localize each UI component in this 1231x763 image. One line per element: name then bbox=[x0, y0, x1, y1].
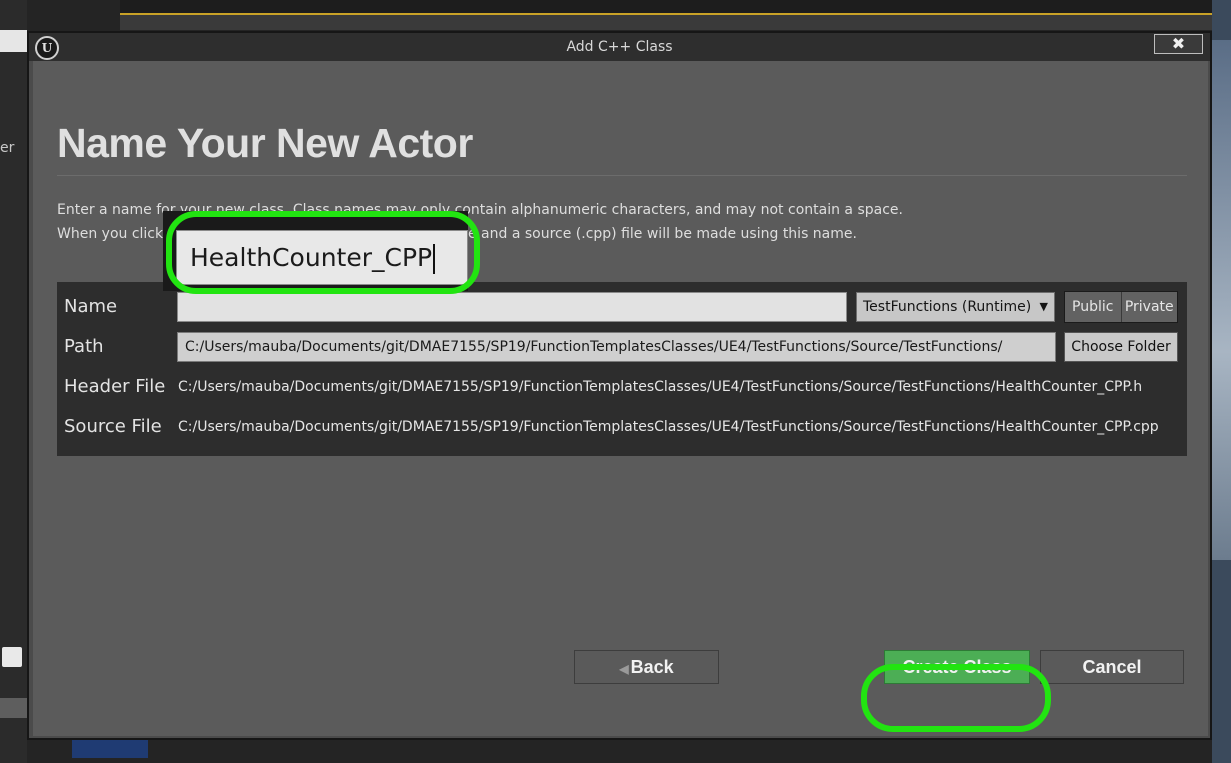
editor-left-box bbox=[0, 698, 27, 718]
path-label: Path bbox=[64, 336, 104, 357]
module-dropdown[interactable]: TestFunctions (Runtime) ▼ bbox=[856, 292, 1055, 322]
back-button[interactable]: ◀ Back bbox=[574, 650, 719, 684]
class-name-input[interactable] bbox=[177, 292, 847, 322]
editor-left-strip bbox=[0, 30, 27, 52]
editor-viewport-tabs bbox=[120, 13, 1231, 30]
close-button[interactable]: ✖ bbox=[1154, 34, 1203, 54]
dialog-titlebar[interactable]: U Add C++ Class ✖ bbox=[29, 33, 1210, 61]
header-file-label: Header File bbox=[64, 376, 166, 397]
page-title: Name Your New Actor bbox=[57, 120, 473, 166]
visibility-toggle: Public Private bbox=[1064, 291, 1178, 323]
dropdown-arrow-icon: ▼ bbox=[1039, 300, 1048, 313]
content-thumbnail bbox=[72, 738, 148, 758]
public-option[interactable]: Public bbox=[1065, 292, 1122, 322]
dialog-title: Add C++ Class bbox=[566, 39, 673, 55]
header-file-path: C:/Users/mauba/Documents/git/DMAE7155/SP… bbox=[178, 379, 1143, 395]
name-label: Name bbox=[64, 296, 118, 317]
source-file-label: Source File bbox=[64, 416, 162, 437]
search-icon bbox=[2, 647, 22, 667]
editor-left-text: er bbox=[0, 140, 15, 156]
private-option[interactable]: Private bbox=[1121, 292, 1177, 322]
module-selected-value: TestFunctions (Runtime) bbox=[863, 299, 1032, 315]
class-details-panel: Name TestFunctions (Runtime) ▼ Public Pr… bbox=[57, 282, 1187, 456]
source-file-path: C:/Users/mauba/Documents/git/DMAE7155/SP… bbox=[178, 419, 1159, 435]
create-highlight-ring bbox=[861, 664, 1051, 732]
chevron-left-icon: ◀ bbox=[619, 662, 629, 676]
path-input[interactable]: C:/Users/mauba/Documents/git/DMAE7155/SP… bbox=[177, 332, 1056, 362]
cancel-button[interactable]: Cancel bbox=[1040, 650, 1184, 684]
viewport-sky bbox=[1212, 40, 1231, 560]
add-cpp-class-dialog: U Add C++ Class ✖ Name Your New Actor En… bbox=[27, 31, 1212, 740]
divider bbox=[57, 175, 1187, 176]
dialog-content: Name Your New Actor Enter a name for you… bbox=[33, 61, 1208, 736]
back-button-label: Back bbox=[630, 657, 674, 677]
name-highlight-ring bbox=[166, 211, 480, 294]
choose-folder-button[interactable]: Choose Folder bbox=[1064, 332, 1178, 362]
